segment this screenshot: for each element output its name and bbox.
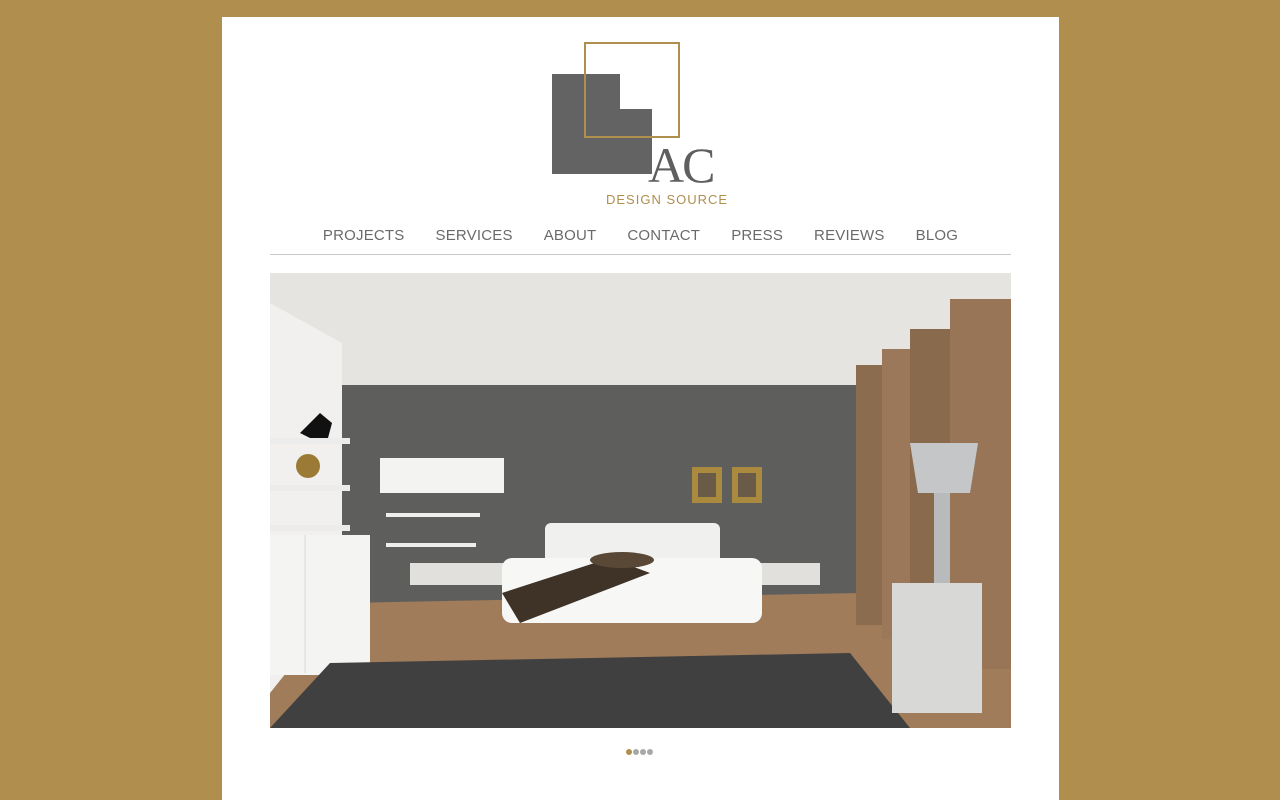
slide-dot-1[interactable] (626, 749, 632, 755)
slide-dot-4[interactable] (647, 749, 653, 755)
nav-about[interactable]: ABOUT (544, 226, 597, 254)
slide-indicator (626, 749, 653, 755)
slide-dot-3[interactable] (640, 749, 646, 755)
nav-services[interactable]: SERVICES (436, 226, 513, 254)
main-nav: PROJECTS SERVICES ABOUT CONTACT PRESS RE… (270, 226, 1011, 255)
page-container: AC DESIGN SOURCE PROJECTS SERVICES ABOUT… (222, 17, 1059, 800)
hero-slideshow-image[interactable] (270, 273, 1011, 728)
site-logo[interactable]: AC DESIGN SOURCE (552, 42, 732, 207)
nav-projects[interactable]: PROJECTS (323, 226, 405, 254)
logo-frame-inner (586, 44, 620, 74)
nav-reviews[interactable]: REVIEWS (814, 226, 885, 254)
nav-contact[interactable]: CONTACT (627, 226, 700, 254)
nav-press[interactable]: PRESS (731, 226, 783, 254)
bedroom-photo (270, 273, 1011, 728)
nav-blog[interactable]: BLOG (916, 226, 958, 254)
logo-tagline: DESIGN SOURCE (606, 192, 729, 207)
slide-dot-2[interactable] (633, 749, 639, 755)
logo-mark: AC (648, 137, 715, 193)
